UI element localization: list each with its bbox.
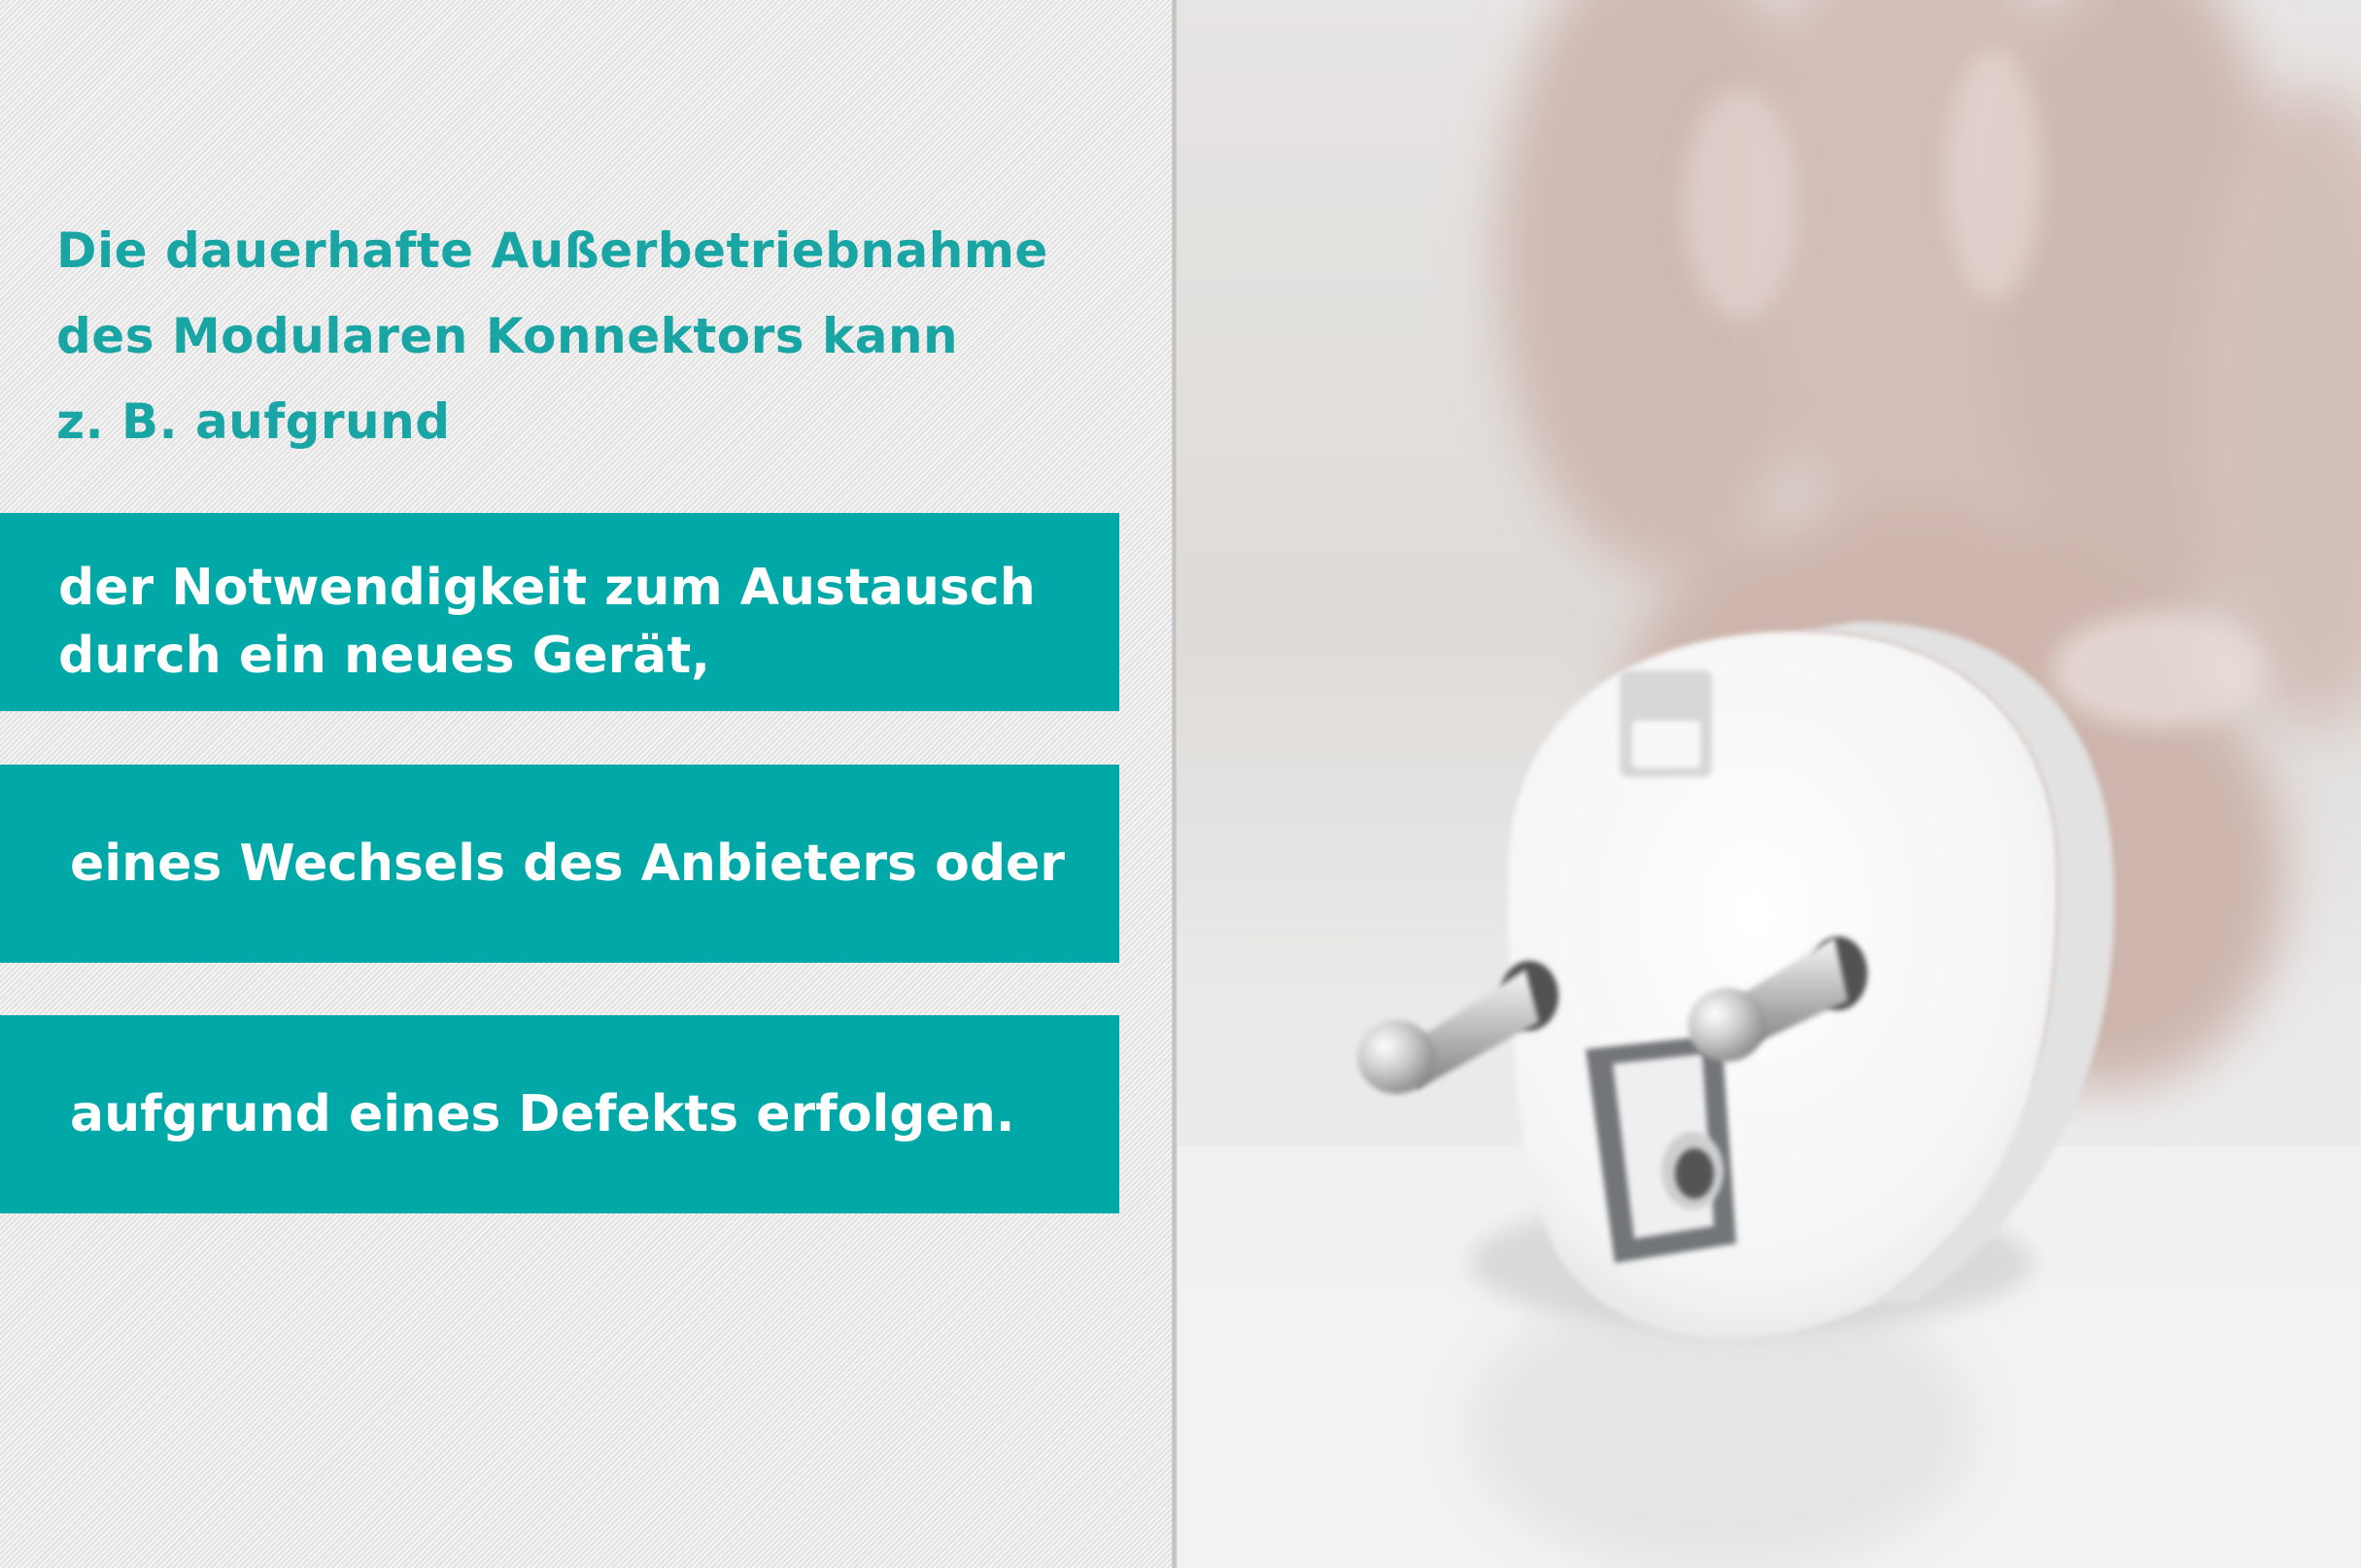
intro-line: z. B. aufgrund (56, 393, 451, 450)
intro-line: Die dauerhafte Außerbetriebnahme (56, 222, 1048, 279)
text-panel: Die dauerhafte Außerbetriebnahme des Mod… (0, 0, 1176, 1568)
reason-line: aufgrund eines Defekts erfolgen. (70, 1085, 1015, 1143)
plug-photo (1178, 0, 2361, 1568)
intro-line: des Modularen Konnektors kann (56, 308, 959, 364)
slide: Die dauerhafte Außerbetriebnahme des Mod… (0, 0, 2361, 1568)
intro-text: Die dauerhafte Außerbetriebnahme des Mod… (56, 208, 1145, 464)
reason-line: eines Wechsels des Anbieters oder (70, 835, 1065, 893)
plug-photo-illustration (1178, 0, 2361, 1568)
reason-box-provider-change: eines Wechsels des Anbieters oder (0, 765, 1119, 963)
reason-box-defect: aufgrund eines Defekts erfolgen. (0, 1015, 1119, 1213)
reason-line: der Notwendigkeit zum Austausch (58, 559, 1036, 617)
reason-box-replacement: der Notwendigkeit zum Austausch durch ei… (0, 513, 1119, 711)
reason-line: durch ein neues Gerät, (58, 627, 710, 685)
